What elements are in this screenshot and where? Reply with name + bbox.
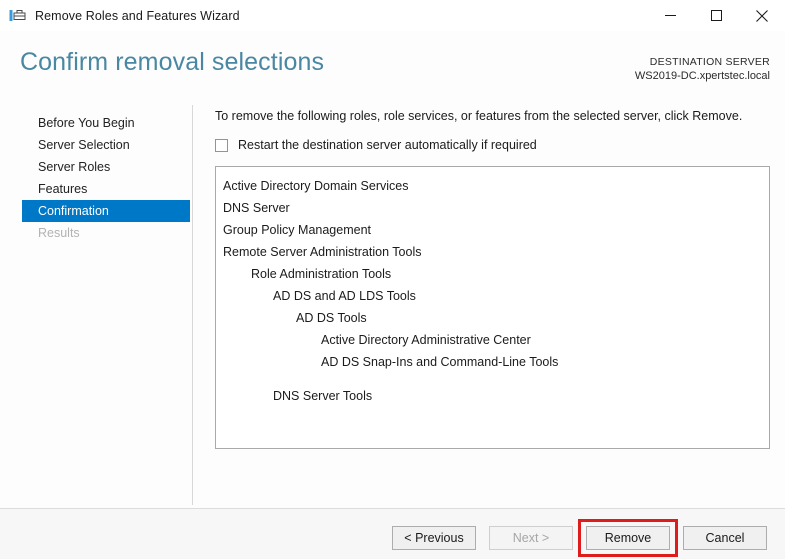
list-item: AD DS and AD LDS Tools — [273, 289, 416, 303]
title-bar: Remove Roles and Features Wizard — [0, 0, 785, 31]
destination-server-label: DESTINATION SERVER — [649, 56, 770, 68]
list-item: Role Administration Tools — [251, 267, 392, 281]
window-controls — [647, 0, 785, 31]
remove-button-wrapper: Remove — [578, 519, 678, 557]
sidebar-item-features[interactable]: Features — [0, 178, 192, 200]
sidebar-item-server-roles[interactable]: Server Roles — [0, 156, 192, 178]
destination-server-name: WS2019-DC.xpertstec.local — [634, 70, 770, 82]
page-header: Confirm removal selections DESTINATION S… — [0, 31, 785, 97]
removal-selections-list[interactable]: Active Directory Domain Services DNS Serv… — [215, 166, 770, 449]
main-content: To remove the following roles, role serv… — [215, 105, 770, 449]
close-button[interactable] — [739, 0, 785, 31]
list-item: AD DS Tools — [296, 311, 367, 325]
window-title: Remove Roles and Features Wizard — [35, 8, 240, 23]
maximize-button[interactable] — [693, 0, 739, 31]
minimize-icon — [664, 15, 676, 16]
list-item: DNS Server Tools — [273, 389, 373, 403]
restart-checkbox-label[interactable]: Restart the destination server automatic… — [238, 138, 537, 152]
footer-bar: < Previous Next > Remove Cancel — [0, 509, 785, 559]
wizard-steps-nav: Before You Begin Server Selection Server R… — [0, 112, 192, 244]
list-item: Active Directory Administrative Center — [321, 333, 531, 347]
previous-button[interactable]: < Previous — [392, 526, 476, 550]
server-roles-icon — [9, 10, 26, 21]
restart-checkbox[interactable] — [215, 138, 228, 152]
list-item: Active Directory Domain Services — [223, 179, 409, 193]
instruction-text: To remove the following roles, role serv… — [215, 109, 743, 123]
close-icon — [756, 9, 768, 22]
next-button: Next > — [489, 526, 573, 550]
remove-button[interactable]: Remove — [586, 526, 670, 550]
list-item: Remote Server Administration Tools — [223, 245, 422, 259]
list-item: Group Policy Management — [223, 223, 371, 237]
remove-roles-wizard-window: Remove Roles and Features Wizard Confirm… — [0, 0, 785, 559]
destination-server-block: DESTINATION SERVER WS2019-DC.xpertstec.l… — [635, 55, 770, 83]
sidebar-item-results: Results — [38, 226, 80, 240]
list-item: DNS Server — [223, 201, 290, 215]
maximize-icon — [710, 10, 722, 21]
list-item: AD DS Snap-Ins and Command-Line Tools — [321, 355, 559, 369]
restart-checkbox-row[interactable]: Restart the destination server automatic… — [215, 137, 770, 153]
sidebar-item-confirmation[interactable]: Confirmation — [22, 200, 190, 222]
page-title: Confirm removal selections — [20, 48, 325, 76]
cancel-button[interactable]: Cancel — [683, 526, 767, 550]
sidebar-item-before-you-begin[interactable]: Before You Begin — [0, 112, 192, 134]
minimize-button[interactable] — [647, 0, 693, 31]
sidebar-item-server-selection[interactable]: Server Selection — [0, 134, 192, 156]
panel-divider — [192, 105, 193, 505]
footer-buttons: < Previous Next > Remove Cancel — [379, 519, 767, 557]
